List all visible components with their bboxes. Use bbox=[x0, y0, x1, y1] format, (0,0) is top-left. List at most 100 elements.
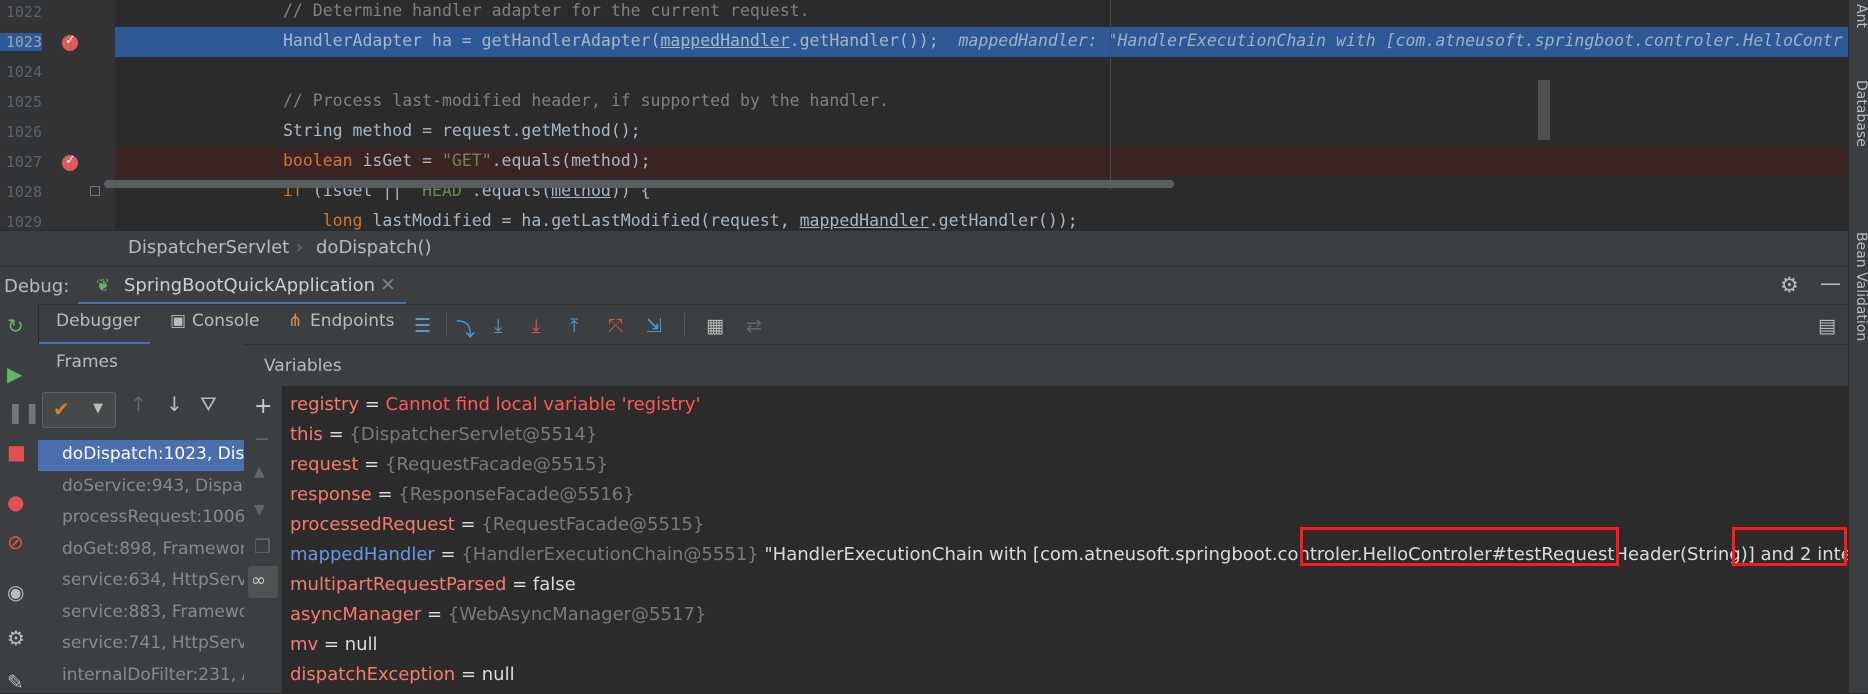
rerun-icon[interactable]: ↻ bbox=[7, 314, 24, 338]
right-tool-tab[interactable]: Database bbox=[1849, 80, 1868, 147]
minimize-icon[interactable]: — bbox=[1820, 271, 1841, 295]
toolbar-divider bbox=[446, 313, 447, 337]
fold-marker-icon[interactable] bbox=[90, 186, 100, 196]
frame-item[interactable]: service:634, HttpServlet bbox=[38, 566, 244, 597]
remove-watch-icon[interactable]: − bbox=[254, 428, 270, 450]
variable-equals: = bbox=[371, 484, 399, 505]
camera-icon[interactable]: ◉ bbox=[7, 580, 24, 604]
variable-name: request bbox=[290, 454, 359, 475]
thread-selector[interactable]: ✔ ▼ bbox=[42, 392, 116, 428]
mute-breakpoints-icon[interactable]: ⊘ bbox=[7, 530, 24, 554]
frame-label: doService:943, DispatcherServlet bbox=[62, 475, 244, 496]
duplicate-icon[interactable]: ❐ bbox=[254, 536, 271, 558]
tab-console[interactable]: ▣ Console bbox=[166, 305, 276, 345]
editor-gutter[interactable]: 1022 1023 1024 1025 1026 1027 1028 1029 bbox=[0, 0, 115, 230]
variables-tree[interactable]: registry = Cannot find local variable 'r… bbox=[282, 386, 1868, 694]
frame-item[interactable]: processRequest:1006, FrameworkServlet bbox=[38, 503, 244, 534]
breakpoint-icon[interactable] bbox=[62, 153, 78, 171]
arrow-up-icon[interactable]: ↑ bbox=[130, 392, 147, 416]
variable-name: mappedHandler bbox=[290, 544, 435, 565]
code-line[interactable]: HandlerAdapter ha = getHandlerAdapter(ma… bbox=[115, 27, 1848, 57]
step-out-icon[interactable]: ⤒ bbox=[570, 315, 578, 337]
code-line[interactable]: // Process last-modified header, if supp… bbox=[115, 87, 1848, 117]
gear-icon[interactable]: ⚙ bbox=[1780, 273, 1799, 297]
code-token: "GET" bbox=[441, 151, 492, 170]
evaluate-expression-icon[interactable]: ▦ bbox=[706, 315, 724, 337]
frame-item[interactable]: service:741, HttpServlet bbox=[38, 629, 244, 660]
frame-label: processRequest:1006, FrameworkServlet bbox=[62, 507, 244, 527]
vertical-scrollbar[interactable] bbox=[1538, 80, 1550, 140]
trace-icon[interactable]: ⇄ bbox=[746, 315, 762, 337]
variable-row[interactable]: asyncManager = {WebAsyncManager@5517} bbox=[290, 604, 706, 634]
filter-icon[interactable]: ⛛ bbox=[200, 392, 217, 416]
horizontal-scrollbar[interactable] bbox=[104, 180, 1174, 188]
variable-row[interactable]: request = {RequestFacade@5515} bbox=[290, 454, 608, 484]
frame-item[interactable]: doDispatch:1023, DispatcherServlet bbox=[38, 440, 244, 471]
show-watches-button[interactable]: ∞ bbox=[248, 566, 278, 598]
code-token: HandlerAdapter ha = getHandlerAdapter( bbox=[283, 31, 661, 50]
show-execution-point-icon[interactable]: ⤵ bbox=[456, 315, 475, 342]
code-line[interactable]: // Determine handler adapter for the cur… bbox=[115, 0, 1848, 27]
pause-icon[interactable]: ❚❚ bbox=[7, 400, 41, 424]
move-up-icon[interactable]: ▲ bbox=[254, 464, 265, 480]
frame-item[interactable]: doGet:898, FrameworkServlet bbox=[38, 535, 244, 566]
toolbar-divider bbox=[684, 313, 685, 337]
breadcrumb-class[interactable]: DispatcherServlet bbox=[128, 237, 289, 258]
variable-value: null bbox=[481, 664, 515, 685]
frame-item[interactable]: service:883, FrameworkServlet bbox=[38, 598, 244, 629]
variable-row[interactable]: processedRequest = {RequestFacade@5515} bbox=[290, 514, 704, 544]
view-breakpoints-icon[interactable]: ● bbox=[7, 490, 24, 514]
drop-frame-icon[interactable]: ⤧ bbox=[608, 315, 623, 337]
breadcrumb-method[interactable]: doDispatch() bbox=[316, 237, 432, 258]
debug-session-bar: Debug: ❦ SpringBootQuickApplication × ⚙ … bbox=[0, 266, 1848, 305]
variable-row[interactable]: multipartRequestParsed = false bbox=[290, 574, 576, 604]
add-watch-icon[interactable]: + bbox=[254, 394, 272, 419]
frames-header: Frames bbox=[56, 352, 118, 372]
pin-icon[interactable]: ✎ bbox=[7, 670, 24, 694]
code-token: .getHandler()); bbox=[928, 211, 1078, 230]
step-over-icon[interactable]: ⤓ bbox=[494, 315, 502, 337]
frame-label: service:883, FrameworkServlet bbox=[62, 601, 244, 622]
variable-row[interactable]: this = {DispatcherServlet@5514} bbox=[290, 424, 597, 454]
code-line[interactable] bbox=[115, 57, 1848, 87]
variable-equals: = bbox=[322, 424, 350, 445]
variable-row[interactable]: mv = null bbox=[290, 634, 378, 664]
frame-item[interactable]: internalDoFilter:231, ApplicationFilterC… bbox=[38, 661, 244, 692]
line-number: 1024 bbox=[5, 63, 42, 81]
variable-row[interactable]: mappedHandler = {HandlerExecutionChain@5… bbox=[290, 544, 1868, 574]
code-line[interactable]: long lastModified = ha.getLastModified(r… bbox=[115, 207, 1848, 230]
step-into-icon[interactable]: ⤓ bbox=[532, 315, 540, 337]
variable-value: null bbox=[344, 634, 378, 655]
variable-row[interactable]: registry = Cannot find local variable 'r… bbox=[290, 394, 701, 424]
code-line[interactable]: boolean isGet = "GET".equals(method); bbox=[115, 147, 1848, 177]
right-tool-tab[interactable]: Ant bbox=[1849, 4, 1868, 28]
variable-equals: = bbox=[359, 394, 386, 415]
variables-toolbar: + − ▲ ▼ ❐ ∞ bbox=[244, 386, 283, 693]
debug-session-tab[interactable]: ❦ SpringBootQuickApplication × bbox=[78, 267, 406, 305]
code-token: // Process last-modified header, if supp… bbox=[283, 91, 889, 110]
variable-name: mv bbox=[290, 634, 319, 655]
variable-row[interactable]: response = {ResponseFacade@5516} bbox=[290, 484, 635, 514]
arrow-down-icon[interactable]: ↓ bbox=[166, 392, 183, 416]
breadcrumb: DispatcherServlet › doDispatch() bbox=[0, 230, 1848, 267]
variable-reference: {ResponseFacade@5516} bbox=[398, 484, 635, 505]
variable-row[interactable]: dispatchException = null bbox=[290, 664, 515, 694]
close-icon[interactable]: × bbox=[380, 273, 396, 295]
right-tool-tab[interactable]: Bean Validation bbox=[1849, 232, 1868, 341]
frame-item[interactable]: doService:943, DispatcherServlet bbox=[38, 472, 244, 503]
restore-layout-icon[interactable]: ▤ bbox=[1818, 315, 1836, 337]
resume-icon[interactable]: ▶ bbox=[7, 362, 22, 386]
move-down-icon[interactable]: ▼ bbox=[254, 502, 265, 518]
code-line[interactable]: String method = request.getMethod(); bbox=[115, 117, 1848, 147]
breakpoint-icon[interactable] bbox=[62, 33, 78, 51]
line-number: 1029 bbox=[5, 213, 42, 230]
tab-debugger[interactable]: Debugger bbox=[38, 305, 150, 345]
settings-icon[interactable]: ⚙ bbox=[7, 626, 25, 650]
stop-icon[interactable]: ■ bbox=[7, 440, 26, 464]
code-editor[interactable]: 1022 1023 1024 1025 1026 1027 1028 1029 // Dete… bbox=[0, 0, 1848, 230]
variable-equals: = bbox=[454, 514, 482, 535]
variable-name: response bbox=[290, 484, 372, 505]
layout-icon[interactable]: ☰ bbox=[414, 315, 431, 337]
variable-equals: = bbox=[506, 574, 533, 595]
run-to-cursor-icon[interactable]: ⇲ bbox=[646, 315, 662, 337]
